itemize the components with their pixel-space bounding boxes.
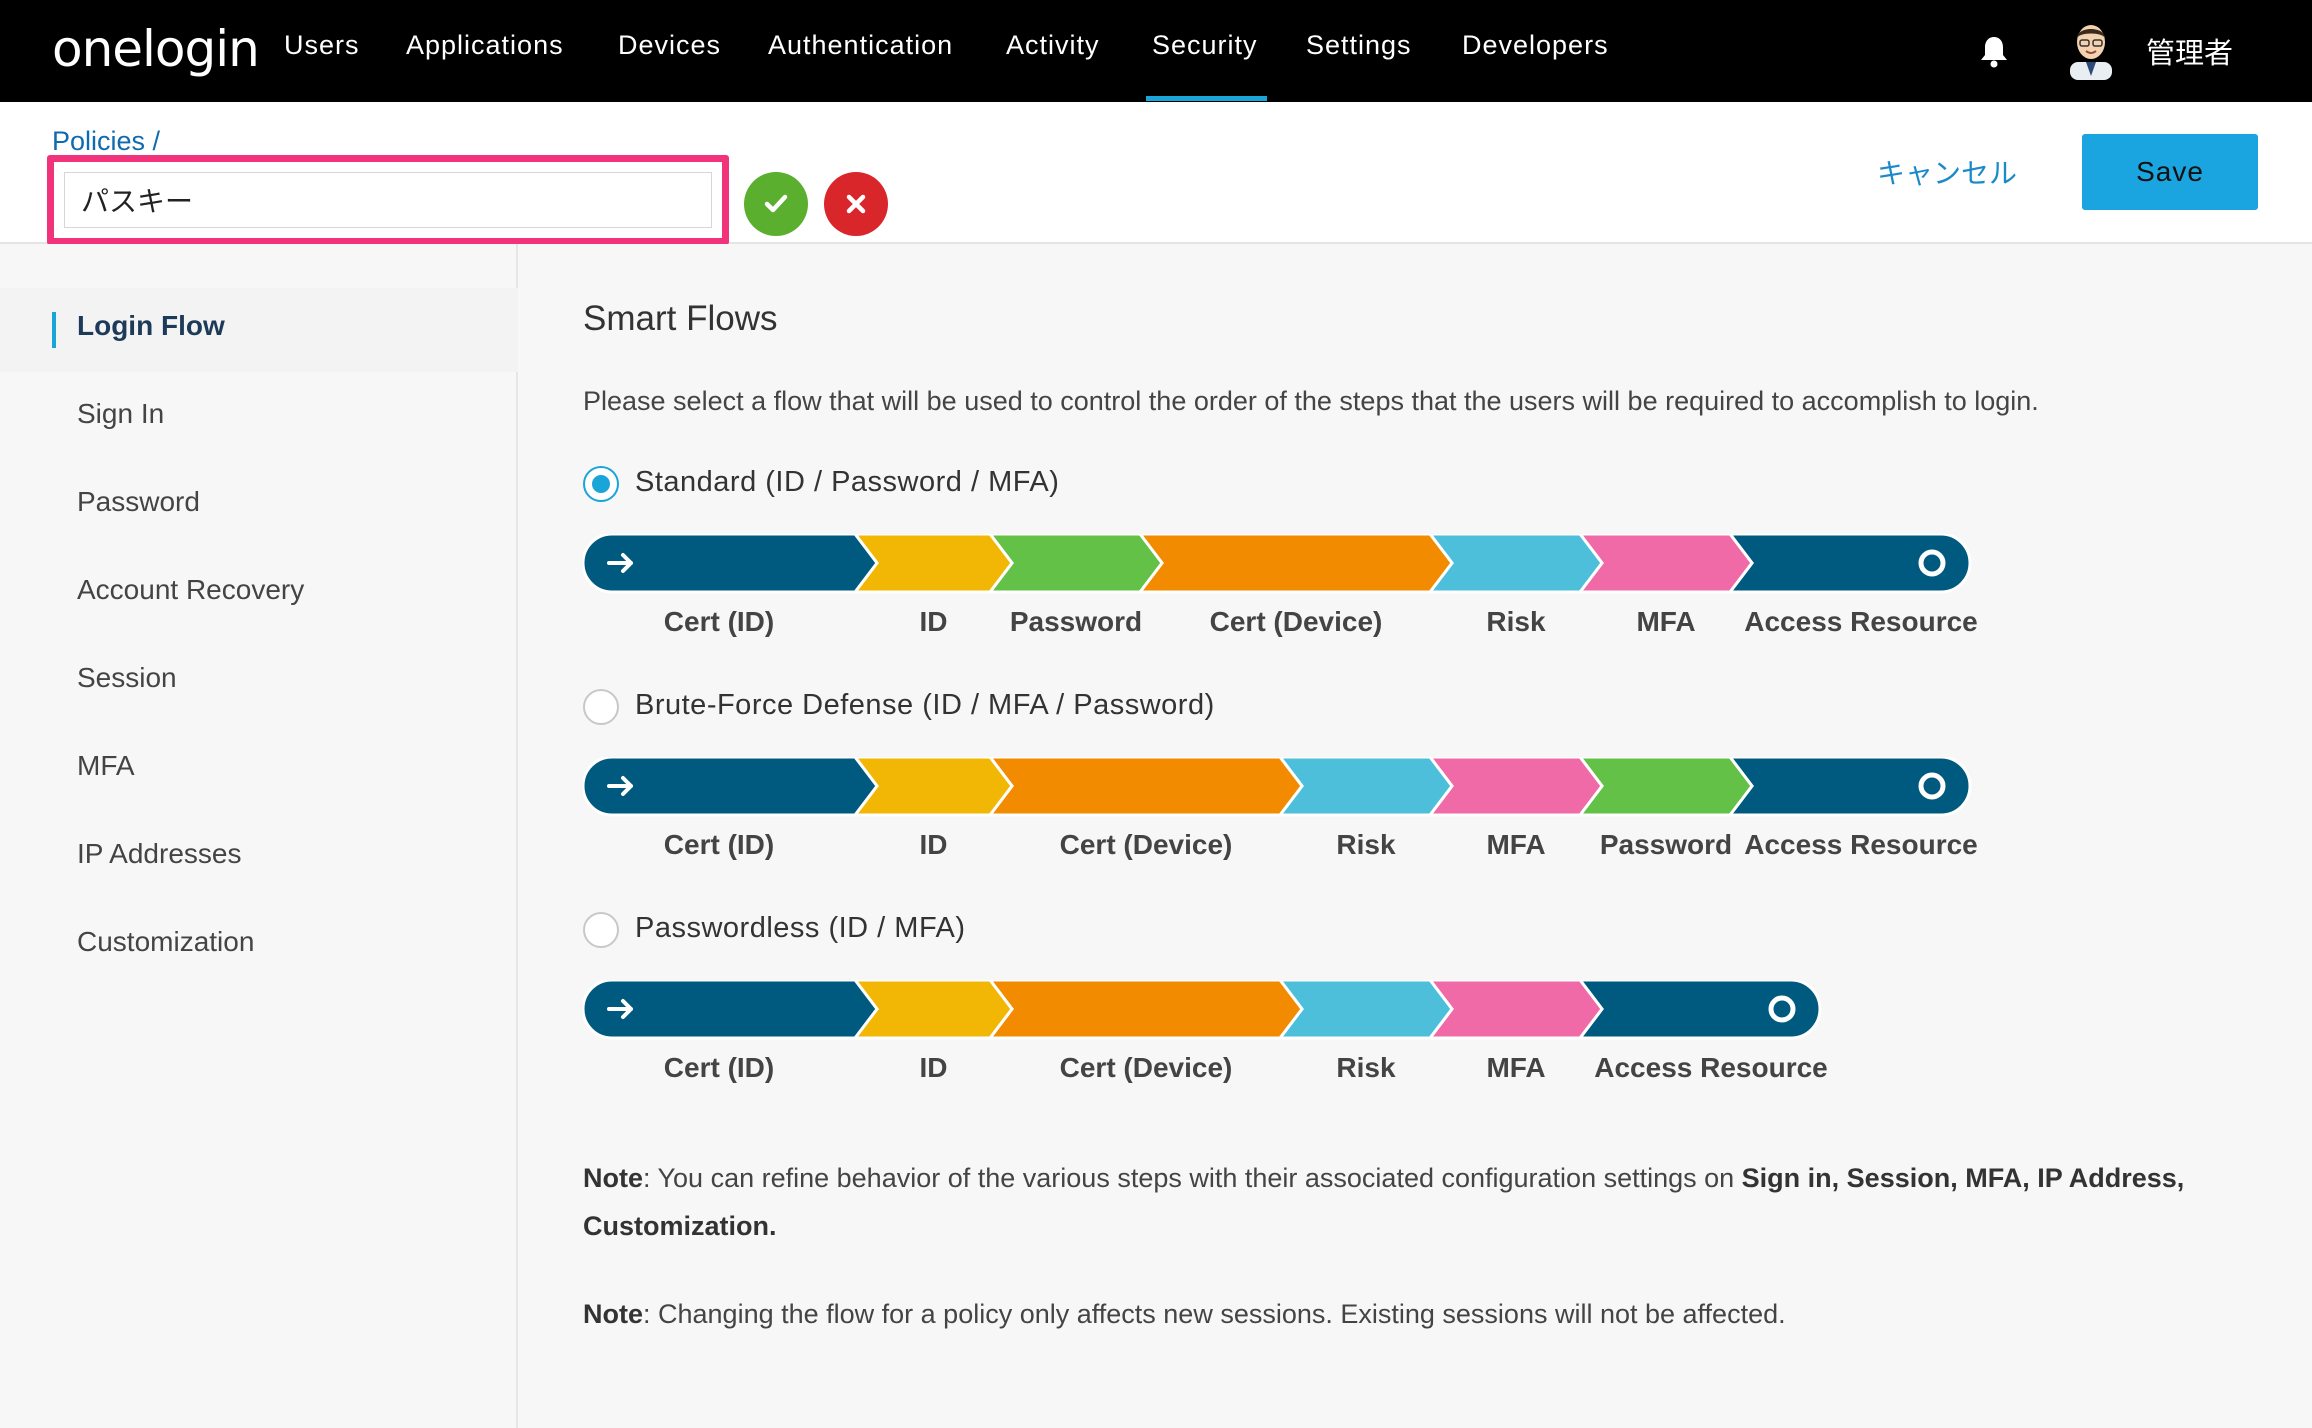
nav-devices[interactable]: Devices <box>618 30 721 61</box>
confirm-name-button[interactable] <box>744 172 808 236</box>
nav-activity[interactable]: Activity <box>1006 30 1100 61</box>
breadcrumb-policies[interactable]: Policies / <box>52 126 160 157</box>
flow-label-standard[interactable]: Standard (ID / Password / MFA) <box>635 466 1059 499</box>
flow-step-label: MFA <box>1636 606 1696 637</box>
flow-step-label: Cert (ID) <box>663 1052 775 1083</box>
sidebar-item-customization[interactable]: Customization <box>77 926 254 958</box>
nav-active-indicator <box>1146 96 1267 101</box>
radio-standard[interactable] <box>583 466 619 502</box>
bell-icon[interactable] <box>1978 34 2010 68</box>
flow-segment <box>1576 534 1754 594</box>
cancel-button[interactable]: キャンセル <box>1877 152 2017 192</box>
flow-step-label: Access Resource <box>1744 829 1978 860</box>
avatar[interactable] <box>2064 20 2118 80</box>
flow-step-label: ID <box>919 829 948 860</box>
flow-segment <box>1426 757 1604 817</box>
flow-segment <box>1276 757 1454 817</box>
flow-segment <box>1576 757 1754 817</box>
policy-header: Policies / キャンセル Save <box>0 102 2312 245</box>
flow-diagram-brute-force <box>583 757 1972 817</box>
flow-step-label: Cert (Device) <box>1059 829 1233 860</box>
note-refine-text: : You can refine behavior of the various… <box>643 1163 1742 1193</box>
note-sessions: Note: Changing the flow for a policy onl… <box>583 1290 2203 1338</box>
flow-step-label: ID <box>919 1052 948 1083</box>
nav-developers[interactable]: Developers <box>1462 30 1609 61</box>
close-icon <box>846 194 866 214</box>
sidebar-active-indicator <box>52 312 56 348</box>
settings-sidebar: Login Flow Sign In Password Account Reco… <box>0 244 518 1428</box>
radio-passwordless[interactable] <box>583 912 619 948</box>
sidebar-item-ip-addresses[interactable]: IP Addresses <box>77 838 241 870</box>
username[interactable]: 管理者 <box>2146 30 2233 72</box>
flow-segment <box>1426 980 1604 1040</box>
flow-step-label: MFA <box>1486 1052 1546 1083</box>
flow-description: Please select a flow that will be used t… <box>583 386 2039 416</box>
flow-step-label: Cert (ID) <box>663 829 775 860</box>
flow-step-label: Access Resource <box>1744 606 1978 637</box>
flow-step-label: Password <box>1599 829 1733 860</box>
flow-step-label: Risk <box>1336 1052 1396 1083</box>
flow-segment <box>986 757 1304 817</box>
nav-settings[interactable]: Settings <box>1306 30 1412 61</box>
nav-authentication[interactable]: Authentication <box>768 30 953 61</box>
flow-step-label: Risk <box>1336 829 1396 860</box>
flow-segment <box>986 980 1304 1040</box>
flow-step-label: ID <box>919 606 948 637</box>
flow-segment <box>1726 757 1972 817</box>
page-title: Smart Flows <box>583 299 778 338</box>
flow-label-brute-force[interactable]: Brute-Force Defense (ID / MFA / Password… <box>635 689 1215 722</box>
nav-applications[interactable]: Applications <box>406 30 564 61</box>
nav-security[interactable]: Security <box>1152 30 1258 61</box>
note-refine: Note: You can refine behavior of the var… <box>583 1154 2203 1250</box>
policy-name-input[interactable] <box>64 172 712 228</box>
note-sessions-label: Note <box>583 1299 643 1329</box>
sidebar-item-session[interactable]: Session <box>77 662 177 694</box>
flow-step-label: Cert (ID) <box>663 606 775 637</box>
policy-name-highlight <box>47 155 729 245</box>
flow-segment <box>1426 534 1604 594</box>
flow-label-passwordless[interactable]: Passwordless (ID / MFA) <box>635 912 966 945</box>
flow-segment <box>1576 980 1822 1040</box>
flow-step-label: Risk <box>1486 606 1546 637</box>
nav-users[interactable]: Users <box>284 30 360 61</box>
sidebar-item-login-flow[interactable]: Login Flow <box>77 310 225 342</box>
radio-brute-force[interactable] <box>583 689 619 725</box>
flow-segment <box>1276 980 1454 1040</box>
note-sessions-text: : Changing the flow for a policy only af… <box>643 1299 1786 1329</box>
flow-diagram-standard <box>583 534 1972 594</box>
sidebar-item-password[interactable]: Password <box>77 486 200 518</box>
flow-step-label: Cert (Device) <box>1059 1052 1233 1083</box>
note-refine-label: Note <box>583 1163 643 1193</box>
sidebar-item-mfa[interactable]: MFA <box>77 750 135 782</box>
sidebar-item-account-recovery[interactable]: Account Recovery <box>77 574 304 606</box>
flow-segment <box>1726 534 1972 594</box>
flow-segment <box>986 534 1164 594</box>
flow-step-label: Password <box>1009 606 1143 637</box>
save-button[interactable]: Save <box>2082 134 2258 210</box>
flow-step-label: MFA <box>1486 829 1546 860</box>
top-nav: onelogin Users Applications Devices Auth… <box>0 0 2312 102</box>
discard-name-button[interactable] <box>824 172 888 236</box>
flow-step-label: Cert (Device) <box>1209 606 1383 637</box>
sidebar-item-sign-in[interactable]: Sign In <box>77 398 164 430</box>
onelogin-logo[interactable]: onelogin <box>52 20 260 78</box>
flow-segment <box>1136 534 1454 594</box>
flow-step-label: Access Resource <box>1594 1052 1828 1083</box>
main-content: Smart Flows Please select a flow that wi… <box>518 244 2312 1428</box>
check-icon <box>764 194 788 213</box>
flow-diagram-passwordless <box>583 980 1822 1040</box>
